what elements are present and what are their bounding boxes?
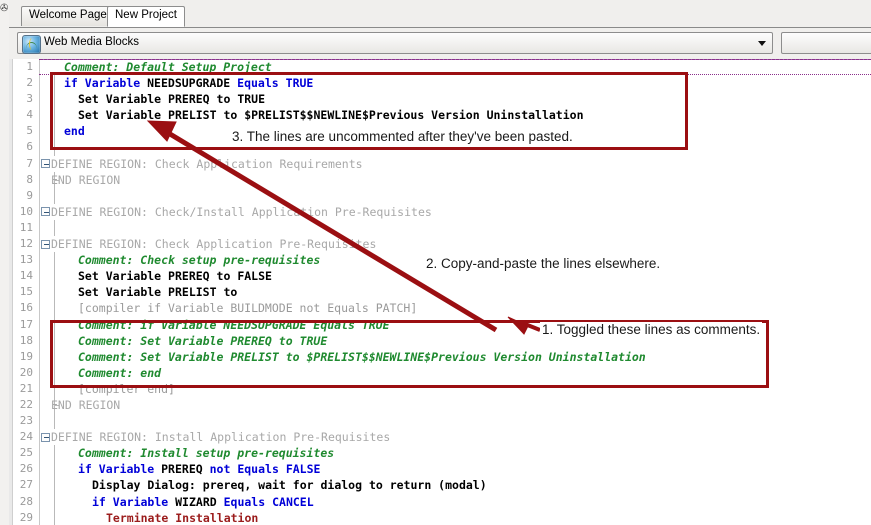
code-line[interactable]: 12 DEFINE REGION: Check Application Pre-R…: [9, 236, 871, 252]
code-text: END REGION: [51, 397, 121, 412]
code-line[interactable]: 8 END REGION: [9, 171, 871, 188]
line-number: 1: [26, 60, 33, 73]
line-number: 6: [26, 140, 33, 154]
line-number: 17: [19, 317, 33, 331]
line-number: 26: [19, 462, 33, 476]
ide-window: ✇ Welcome Page New Project Web Media Blo…: [0, 0, 871, 525]
indent-guide: [54, 445, 55, 462]
edge-glyph-icon: ✇: [0, 3, 9, 14]
line-number: 25: [19, 446, 33, 460]
block-selector-value: Web Media Blocks: [44, 36, 140, 48]
tab-bar: Welcome Page New Project: [9, 0, 871, 28]
indent-guide: [54, 300, 55, 317]
globe-icon: [22, 35, 41, 54]
fold-collapse-icon[interactable]: [41, 239, 50, 249]
secondary-panel-box[interactable]: [781, 32, 871, 54]
indent-guide: [54, 187, 55, 204]
code-text: Comment: Check setup pre-requisites: [78, 253, 321, 268]
line-number: 13: [19, 253, 33, 267]
line-number: 12: [19, 237, 33, 251]
code-line[interactable]: 10 DEFINE REGION: Check/Install Applicati…: [9, 204, 871, 220]
fold-collapse-icon[interactable]: [41, 159, 50, 169]
code-text: END REGION: [51, 172, 121, 187]
chevron-down-icon[interactable]: [753, 33, 772, 53]
code-line[interactable]: 23: [9, 413, 871, 430]
line-number: 10: [19, 204, 33, 218]
toolbar-row: Web Media Blocks: [9, 28, 871, 59]
tab-welcome-page[interactable]: Welcome Page: [21, 6, 115, 26]
line-number: 5: [26, 124, 33, 138]
indent-guide: [54, 252, 55, 269]
line-number: 28: [19, 494, 33, 508]
tab-new-project[interactable]: New Project: [107, 6, 185, 27]
code-text: Set Variable PRELIST to: [78, 285, 238, 300]
line-number: 3: [26, 92, 33, 106]
line-number: 24: [19, 430, 33, 444]
code-line[interactable]: 25 Comment: Install setup pre-requisites: [9, 445, 871, 462]
code-line[interactable]: 29 Terminate Installation: [9, 509, 871, 525]
indent-guide: [54, 461, 55, 478]
callout-2-label: 2. Copy-and-paste the lines elsewhere.: [424, 256, 663, 271]
code-text: if Variable PREREQ not Equals FALSE: [78, 462, 321, 477]
line-number: 27: [19, 478, 33, 492]
callout-1-label: 1. Toggled these lines as comments.: [540, 322, 763, 337]
code-text: DEFINE REGION: Check Application Require…: [51, 156, 363, 171]
indent-guide: [54, 268, 55, 285]
indent-guide: [54, 219, 55, 237]
line-number: 11: [19, 220, 33, 234]
indent-guide: [54, 284, 55, 301]
fold-collapse-icon[interactable]: [41, 432, 50, 442]
code-line[interactable]: 9: [9, 187, 871, 204]
line-number: 18: [19, 333, 33, 347]
code-line[interactable]: 22 END REGION: [9, 396, 871, 414]
line-number: 23: [19, 414, 33, 428]
line-number: 20: [19, 365, 33, 379]
line-number: 14: [19, 269, 33, 283]
block-selector-combobox[interactable]: Web Media Blocks: [17, 32, 773, 54]
line-number: 19: [19, 349, 33, 363]
line-number: 22: [19, 397, 33, 411]
line-number: 21: [19, 381, 33, 395]
code-line[interactable]: 28 if Variable WIZARD Equals CANCEL: [9, 493, 871, 510]
line-number: 2: [26, 76, 33, 90]
line-number: 29: [19, 510, 33, 524]
fold-collapse-icon[interactable]: [41, 207, 50, 217]
code-line[interactable]: 27 Display Dialog: prereq, wait for dialo…: [9, 477, 871, 494]
callout-3-label: 3. The lines are uncommented after they'…: [230, 129, 575, 144]
code-line[interactable]: 24 DEFINE REGION: Install Application Pre…: [9, 429, 871, 445]
line-number: 7: [26, 156, 33, 170]
code-text: Terminate Installation: [106, 510, 259, 525]
code-line[interactable]: 15 Set Variable PRELIST to: [9, 284, 871, 301]
code-line[interactable]: 7 DEFINE REGION: Check Application Requir…: [9, 156, 871, 172]
code-text: [compiler if Variable BUILDMODE not Equa…: [78, 301, 418, 316]
line-number: 16: [19, 301, 33, 315]
indent-guide: [54, 493, 55, 510]
line-number: 8: [26, 172, 33, 186]
code-line[interactable]: 11: [9, 219, 871, 237]
code-line[interactable]: 16 [compiler if Variable BUILDMODE not Eq…: [9, 300, 871, 317]
indent-guide: [54, 509, 55, 525]
line-number: 4: [26, 108, 33, 122]
line-number: 15: [19, 285, 33, 299]
code-line[interactable]: 26 if Variable PREREQ not Equals FALSE: [9, 461, 871, 478]
code-text: Display Dialog: prereq, wait for dialog …: [92, 478, 487, 493]
code-text: DEFINE REGION: Check Application Pre-Req…: [51, 237, 377, 252]
line-number: 9: [26, 188, 33, 202]
code-text: DEFINE REGION: Check/Install Application…: [51, 204, 432, 219]
indent-guide: [54, 477, 55, 494]
code-text: Set Variable PREREQ to FALSE: [78, 269, 272, 284]
code-text: DEFINE REGION: Install Application Pre-R…: [51, 430, 391, 445]
code-text: if Variable WIZARD Equals CANCEL: [92, 494, 314, 509]
code-text: Comment: Install setup pre-requisites: [78, 446, 335, 461]
indent-guide: [54, 413, 55, 430]
